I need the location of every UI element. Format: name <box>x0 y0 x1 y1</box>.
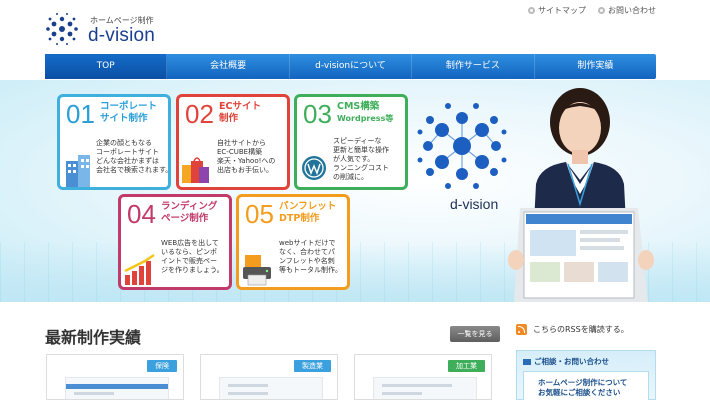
printer-icon <box>243 255 271 286</box>
contact-link-label: お問い合わせ <box>608 6 656 15</box>
view-all-works-button[interactable]: 一覧を見る <box>450 326 500 342</box>
work-thumbnail <box>219 377 323 399</box>
utility-links: サイトマップ お問い合わせ <box>528 5 656 16</box>
hero-logo-globe-icon <box>417 103 507 189</box>
card-title-line2: DTP制作 <box>279 213 320 224</box>
rss-label: こちらのRSSを購読する。 <box>533 325 629 334</box>
card-description: 企業の顔ともなる コーポレートサイト どんな会社かまずは 会社名で検索されます。 <box>96 139 171 174</box>
hero-logo-wordmark: d-vision <box>450 196 499 212</box>
site-header: ホームページ制作 d-vision サイトマップ お問い合わせ <box>0 0 710 52</box>
card-number: 01 <box>66 99 95 129</box>
contact-title: ご相談・お問い合わせ <box>534 357 609 366</box>
hero-banner: 01 コーポレート サイト制作 企業の顔ともなる コーポレートサイト どんな会社… <box>0 80 710 302</box>
card-title-line1: ランディング <box>161 201 218 212</box>
wordpress-icon <box>302 156 326 180</box>
service-card-corporate[interactable]: 01 コーポレート サイト制作 企業の顔ともなる コーポレートサイト どんな会社… <box>57 94 171 190</box>
card-title-line1: コーポレート <box>100 101 158 112</box>
contact-line-2: お気軽にご相談ください <box>538 388 621 397</box>
site-logo[interactable]: ホームページ制作 d-vision <box>44 12 174 46</box>
growth-chart-icon <box>124 253 155 285</box>
card-number: 03 <box>303 99 332 129</box>
card-title-line1: ECサイト <box>219 101 261 112</box>
card-description: WEB広告を出して いるなら、ピンポ イントで販売ペー ジを作りましょう。 <box>161 239 224 274</box>
card-description: webサイトだけで なく、合わせてパ ンフレットや名刺 等もトータル制作。 <box>279 239 342 274</box>
contact-box-body: ホームページ制作について お気軽にご相談ください <box>523 371 649 400</box>
global-nav: TOP 会社概要 d-visionについて 制作サービス 制作実績 <box>45 54 656 79</box>
sitemap-link-label: サイトマップ <box>538 6 586 15</box>
card-title-line1: パンフレット <box>279 201 337 212</box>
rss-subscribe-link[interactable]: こちらのRSSを購読する。 <box>516 324 629 335</box>
contact-box[interactable]: ご相談・お問い合わせ ホームページ制作について お気軽にご相談ください <box>516 350 656 400</box>
logo-globe-icon <box>46 13 78 45</box>
work-item-manufacturing[interactable]: 製造業 <box>200 354 338 400</box>
buildings-icon <box>66 155 90 187</box>
circle-bullet-icon <box>598 7 605 14</box>
card-title-line2: ページ制作 <box>161 213 209 224</box>
mail-icon <box>523 358 531 365</box>
work-item-insurance[interactable]: 保険 <box>46 354 184 400</box>
card-title-line2: サイト制作 <box>100 113 148 124</box>
sitemap-link[interactable]: サイトマップ <box>528 5 586 16</box>
card-number: 04 <box>127 199 156 229</box>
card-description: スピーディーな 更新と簡単な操作 が人気です。 ランニングコスト の削減に。 <box>333 137 389 181</box>
nav-works[interactable]: 制作実績 <box>535 54 656 79</box>
shopping-bag-icon <box>182 157 209 183</box>
card-description: 自社サイトから EC-CUBE構築 楽天・Yahoo!への 出店もお手伝い。 <box>217 139 276 174</box>
work-category-tag: 保険 <box>147 360 177 372</box>
work-category-tag: 加工業 <box>448 360 485 372</box>
nav-about[interactable]: d-visionについて <box>290 54 413 79</box>
contact-box-header: ご相談・お問い合わせ <box>523 356 609 367</box>
logo-wordmark: d-vision <box>88 25 156 46</box>
woman-with-laptop-illustration <box>508 88 654 302</box>
service-card-cms[interactable]: 03 CMS構築 Wordpress等 スピーディーな 更新と簡単な操作 が人気… <box>294 94 408 190</box>
service-card-dtp[interactable]: 05 パンフレット DTP制作 webサイトだけで なく、合わせてパ ンフレット… <box>236 194 350 290</box>
work-thumbnail <box>65 377 169 399</box>
card-title-line2: Wordpress等 <box>337 114 394 123</box>
work-item-processing[interactable]: 加工業 <box>354 354 492 400</box>
service-card-ec[interactable]: 02 ECサイト 制作 自社サイトから EC-CUBE構築 楽天・Yahoo!へ… <box>176 94 290 190</box>
nav-services[interactable]: 制作サービス <box>412 54 535 79</box>
contact-line-1: ホームページ制作について <box>538 378 628 387</box>
rss-icon <box>516 324 527 335</box>
work-thumbnail <box>373 377 477 399</box>
work-category-tag: 製造業 <box>294 360 331 372</box>
nav-top[interactable]: TOP <box>45 54 168 79</box>
latest-works-heading: 最新制作実績 <box>45 328 142 347</box>
nav-company[interactable]: 会社概要 <box>167 54 290 79</box>
card-number: 05 <box>245 199 274 229</box>
card-number: 02 <box>185 99 214 129</box>
card-title-line2: 制作 <box>219 113 239 124</box>
circle-bullet-icon <box>528 7 535 14</box>
contact-link[interactable]: お問い合わせ <box>598 5 656 16</box>
card-title-line1: CMS構築 <box>337 101 380 112</box>
service-card-landing[interactable]: 04 ランディング ページ制作 WEB広告を出して いるなら、ピンポ イントで販… <box>118 194 232 290</box>
